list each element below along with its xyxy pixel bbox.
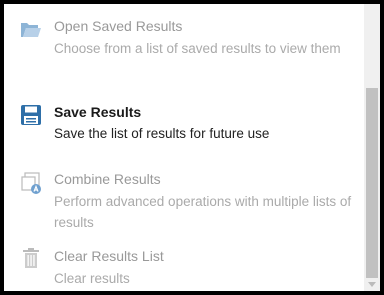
- save-floppy-icon: [20, 104, 42, 126]
- menu-item-description: Choose from a list of saved results to v…: [54, 41, 341, 56]
- menu-item-open-saved-results[interactable]: Open Saved Results Choose from a list of…: [4, 4, 364, 86]
- trash-icon: [20, 247, 42, 269]
- menu-item-title: Open Saved Results: [54, 18, 183, 34]
- menu-item-title: Clear Results List: [54, 248, 164, 264]
- menu-item-description: Perform advanced operations with multipl…: [54, 194, 352, 230]
- combine-lists-icon: [20, 172, 42, 194]
- menu-item-description: Save the list of results for future use: [54, 126, 270, 141]
- results-menu-panel: Open Saved Results Choose from a list of…: [4, 4, 380, 291]
- results-menu: Open Saved Results Choose from a list of…: [4, 4, 364, 291]
- menu-item-description: Clear results: [54, 271, 130, 286]
- folder-open-icon: [20, 18, 42, 40]
- menu-item-combine-results[interactable]: Combine Results Perform advanced operati…: [4, 160, 364, 240]
- menu-item-title: Save Results: [54, 104, 142, 120]
- menu-item-save-results[interactable]: Save Results Save the list of results fo…: [4, 86, 364, 160]
- scrollbar-thumb[interactable]: [366, 88, 378, 278]
- menu-item-clear-results-list[interactable]: Clear Results List Clear results: [4, 240, 364, 291]
- menu-item-title: Combine Results: [54, 171, 161, 187]
- vertical-scrollbar[interactable]: [364, 4, 380, 291]
- scroll-down-arrow-icon[interactable]: [368, 282, 376, 287]
